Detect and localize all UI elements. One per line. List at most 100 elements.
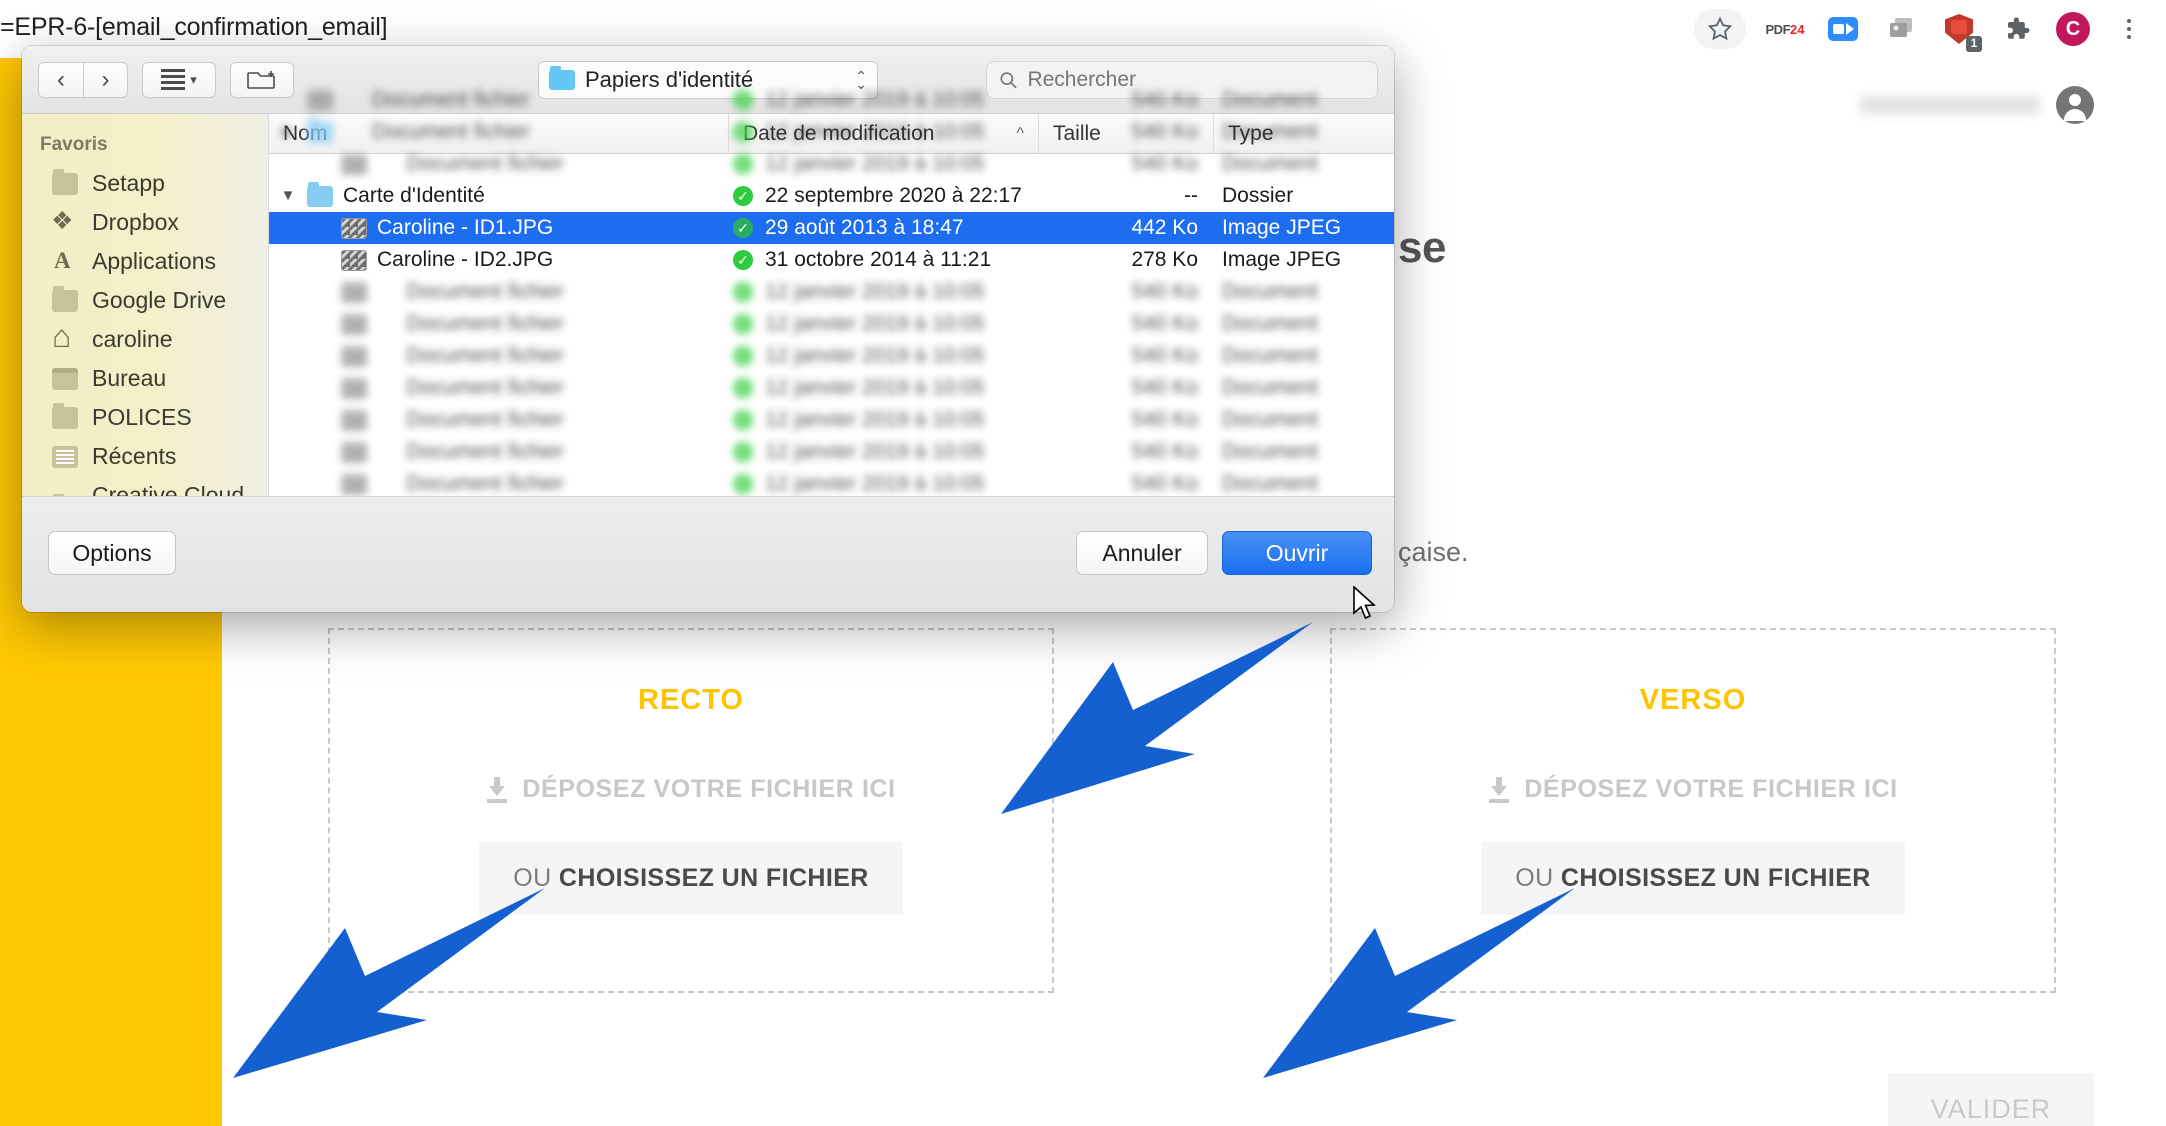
validate-button[interactable]: VALIDER	[1888, 1073, 2094, 1126]
dropzone-recto-drop-text: DÉPOSEZ VOTRE FICHIER ICI	[522, 775, 896, 803]
file-date-label: 12 janvier 2019 à 10:05	[765, 440, 985, 463]
back-button[interactable]: ‹	[38, 61, 83, 98]
user-avatar-icon[interactable]	[2056, 86, 2094, 124]
file-row-date-cell: ✓ 12 janvier 2019 à 10:05	[729, 436, 1039, 468]
table-row[interactable]: ▸ Document fichier✓ 12 janvier 2019 à 10:…	[269, 148, 1394, 180]
table-row[interactable]: ▸ Document fichier✓ 12 janvier 2019 à 10:…	[269, 372, 1394, 404]
folder-icon	[307, 117, 333, 143]
file-name-label: Document fichier	[377, 408, 564, 431]
file-row-size-cell: 540 Ko	[1131, 88, 1198, 111]
applications-icon	[52, 248, 78, 274]
file-row-name-cell: ▸ Document fichier	[269, 372, 729, 404]
zoom-extension-icon[interactable]	[1824, 10, 1862, 48]
file-row-name-cell: ▸ Document fichier	[269, 148, 729, 180]
page-heading-fragment: se	[1398, 223, 1446, 272]
file-row-size-cell: 540 Ko	[1131, 440, 1198, 463]
table-row[interactable]: ▶ Document fichier ✓ 12 janvier 2019 à 10:…	[269, 116, 1394, 148]
disclosure-expanded-icon[interactable]: ▼	[279, 180, 297, 212]
file-name-label: Document fichier	[377, 440, 564, 463]
download-icon	[1488, 776, 1510, 803]
sidebar-item-caroline[interactable]: caroline	[22, 318, 268, 359]
shield-extension-icon[interactable]: 1	[1940, 10, 1982, 52]
dropbox-icon	[51, 206, 78, 236]
file-row-name-cell: ▸ Document fichier	[269, 404, 729, 436]
table-row[interactable]: ▸ Document fichier✓ 12 janvier 2019 à 10:…	[269, 340, 1394, 372]
sidebar-item-label: Creative Cloud Files	[92, 482, 245, 496]
sidebar-item-creative-cloud-files[interactable]: Creative Cloud Files	[22, 476, 268, 496]
folder-icon	[52, 402, 78, 429]
sidebar-item-bureau[interactable]: Bureau	[22, 359, 268, 398]
account-area[interactable]	[1860, 86, 2094, 124]
file-name-label: Document fichier	[377, 344, 564, 367]
table-row[interactable]: ▸Caroline - ID2.JPG✓ 31 octobre 2014 à 11…	[269, 244, 1394, 276]
choose-file-label-recto: CHOISISSEZ UN FICHIER	[558, 864, 869, 892]
file-row-size-cell: 442 Ko	[1131, 216, 1198, 239]
sidebar-item-dropbox[interactable]: Dropbox	[22, 203, 268, 242]
extensions-puzzle-icon[interactable]	[1998, 10, 2036, 48]
table-row[interactable]: ▸ Document fichier✓ 12 janvier 2019 à 10:…	[269, 404, 1394, 436]
file-date-label: 12 janvier 2019 à 10:05	[765, 152, 985, 175]
list-view-icon	[161, 69, 186, 90]
disclosure-collapsed-icon[interactable]: ▶	[279, 116, 297, 148]
file-date-label: 12 janvier 2019 à 10:05	[765, 376, 985, 399]
file-row-type-cell: Image JPEG	[1222, 248, 1342, 271]
file-row-type-cell: Document	[1222, 152, 1318, 175]
chrome-menu-icon[interactable]	[2110, 10, 2148, 48]
file-row-name-cell: ▸Caroline - ID1.JPG	[269, 212, 729, 244]
page-title-text: =EPR-6-[email_confirmation_email]	[0, 13, 388, 41]
file-name-label: Document fichier	[343, 88, 530, 111]
table-row[interactable]: ▸ Document fichier✓ 12 janvier 2019 à 10:…	[269, 84, 1394, 116]
table-row[interactable]: ▸ Document fichier✓ 12 janvier 2019 à 10:…	[269, 436, 1394, 468]
file-name-label: Document fichier	[377, 376, 564, 399]
sidebar-item-applications[interactable]: Applications	[22, 242, 268, 281]
table-row[interactable]: ▸ Document fichier✓ 12 janvier 2019 à 10:…	[269, 308, 1394, 340]
sidebar-item-label: Dropbox	[92, 209, 179, 235]
icloud-downloaded-icon: ✓	[733, 346, 753, 366]
open-button[interactable]: Ouvrir	[1222, 531, 1372, 575]
file-row-size-cell: 278 Ko	[1131, 248, 1198, 271]
file-row-size-cell: 540 Ko	[1131, 152, 1198, 175]
file-row-type-cell: Document	[1222, 88, 1318, 111]
cancel-button[interactable]: Annuler	[1076, 531, 1208, 575]
file-date-label: 12 janvier 2019 à 10:05	[765, 88, 985, 111]
icloud-downloaded-icon: ✓	[733, 90, 753, 110]
shield-badge-count: 1	[1966, 36, 1982, 52]
sidebar-item-recents[interactable]: Récents	[22, 437, 268, 476]
file-row-type-cell: Document	[1222, 440, 1318, 463]
grey-extension-icon[interactable]	[1882, 10, 1920, 48]
file-row-name-cell: ▸ Document fichier	[269, 276, 729, 308]
file-row-size-cell: 540 Ko	[1131, 120, 1198, 143]
table-row[interactable]: ▸ Document fichier✓ 12 janvier 2019 à 10:…	[269, 276, 1394, 308]
image-file-icon	[341, 281, 367, 303]
icloud-downloaded-icon: ✓	[733, 218, 753, 238]
icloud-downloaded-icon: ✓	[733, 250, 753, 270]
dropzone-verso-drop-hint: DÉPOSEZ VOTRE FICHIER ICI	[1488, 775, 1897, 804]
chevron-right-icon: ›	[101, 65, 110, 93]
sidebar-item-google-drive[interactable]: Google Drive	[22, 281, 268, 320]
bookmark-star-icon[interactable]	[1694, 9, 1746, 49]
sidebar-item-setapp[interactable]: Setapp	[22, 164, 268, 203]
table-row[interactable]: ▸Caroline - ID1.JPG✓ 29 août 2013 à 18:47…	[269, 212, 1394, 244]
icloud-downloaded-icon: ✓	[733, 154, 753, 174]
file-row-date-cell: ✓ 12 janvier 2019 à 10:05	[729, 308, 1039, 340]
table-row[interactable]: ▼ Carte d'Identité ✓ 22 septembre 2020 à 22…	[269, 180, 1394, 212]
folder-icon	[52, 168, 78, 195]
file-name-label: Caroline - ID2.JPG	[377, 248, 554, 271]
file-name-label: Document fichier	[377, 312, 564, 335]
pdf24-extension-icon[interactable]: PDF 24	[1766, 10, 1805, 48]
annotation-arrow-open-button	[1001, 622, 1313, 814]
file-date-label: 29 août 2013 à 18:47	[765, 216, 964, 239]
icloud-downloaded-icon: ✓	[733, 314, 753, 334]
download-icon	[486, 776, 508, 803]
options-button[interactable]: Options	[48, 531, 176, 575]
forward-button[interactable]: ›	[83, 61, 128, 98]
image-file-icon	[341, 249, 367, 271]
view-mode-button[interactable]: ▾	[142, 61, 216, 98]
profile-avatar-icon[interactable]: C	[2056, 12, 2090, 46]
image-file-icon	[341, 313, 367, 335]
sidebar-item-polices[interactable]: POLICES	[22, 398, 268, 437]
file-row-date-cell: ✓ 12 janvier 2019 à 10:05	[729, 340, 1039, 372]
icloud-downloaded-icon: ✓	[733, 186, 753, 206]
folder-icon	[307, 181, 333, 207]
icloud-downloaded-icon: ✓	[733, 474, 753, 494]
